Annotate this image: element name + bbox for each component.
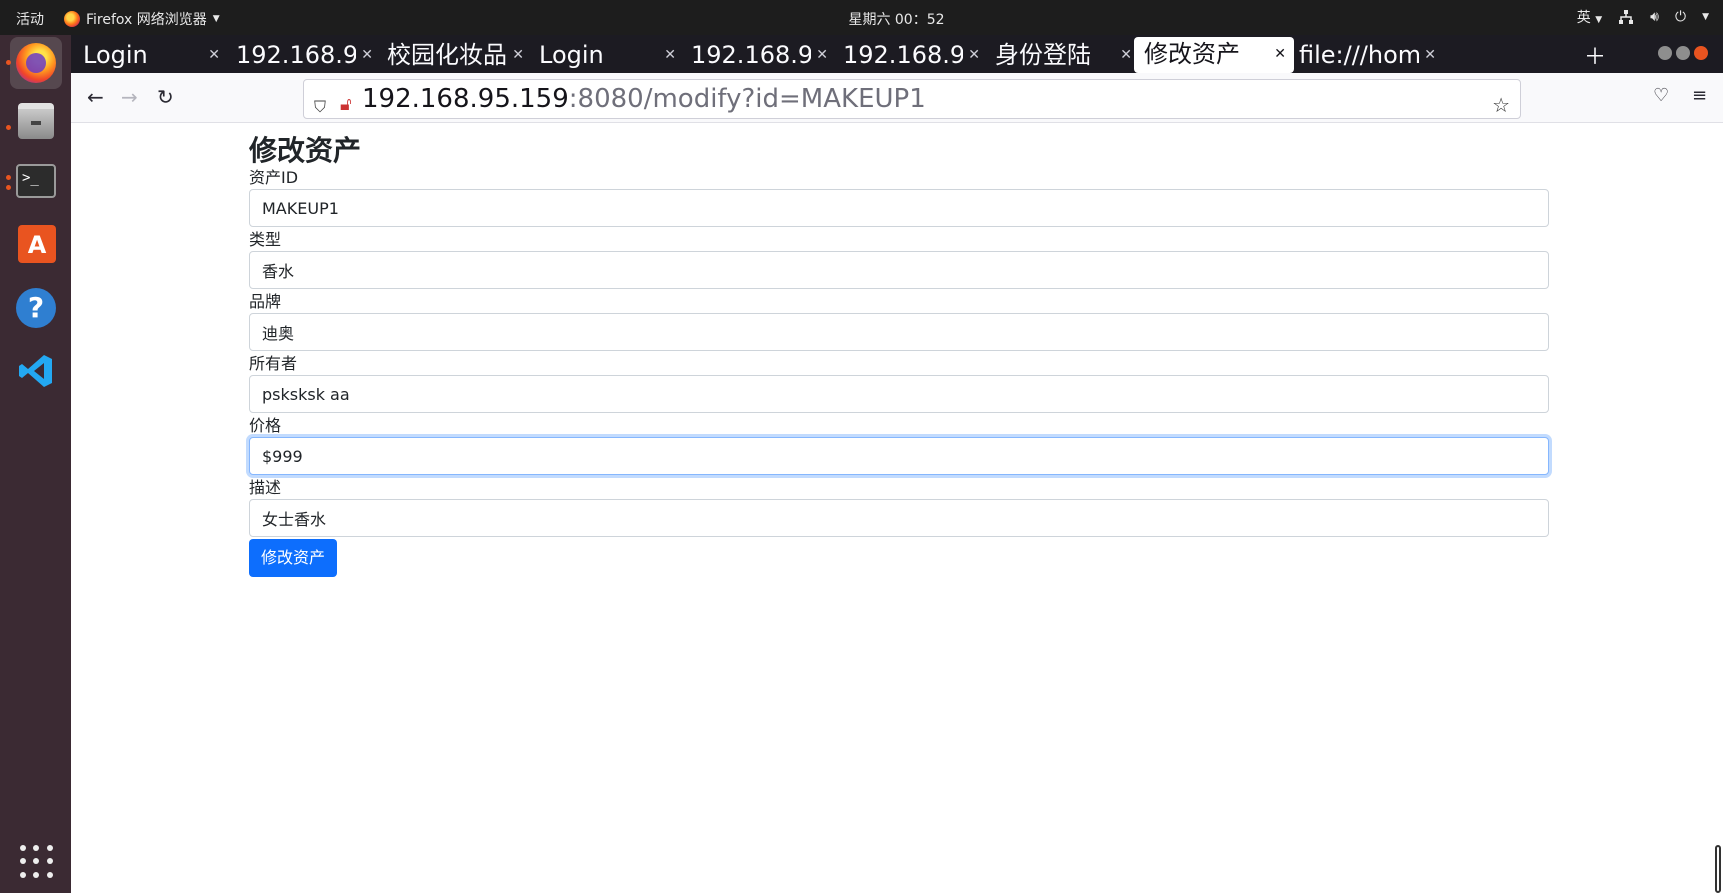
close-icon[interactable]: ✕ xyxy=(968,47,980,63)
back-arrow-icon[interactable]: ← xyxy=(87,85,104,109)
navigation-toolbar: ← → ↻ ⛉ 🔓︎ 192.168.95.159:8080/modify?id… xyxy=(71,73,1723,123)
price-label: 价格 xyxy=(249,416,282,435)
field-brand: 品牌 xyxy=(249,291,1549,353)
tab-label: Login xyxy=(83,41,148,69)
tab-identity-login[interactable]: 身份登陆 ✕ xyxy=(985,38,1140,74)
close-icon[interactable]: ✕ xyxy=(361,47,373,63)
close-icon[interactable]: ✕ xyxy=(1120,47,1132,63)
terminal-icon: >_ xyxy=(16,164,56,198)
power-icon[interactable]: ⏻ xyxy=(1675,9,1686,25)
clock[interactable]: 星期六 00：52 xyxy=(0,9,1723,29)
firefox-window: Login ✕ 192.168.95.159 ✕ 校园化妆品 ✕ Login ✕… xyxy=(71,35,1723,893)
vscode-icon xyxy=(19,355,52,387)
software-store-icon: A xyxy=(18,225,56,263)
running-indicator xyxy=(6,175,11,180)
close-icon[interactable]: ✕ xyxy=(816,47,828,63)
tab-label: 192.168.95.159 xyxy=(691,41,811,69)
brand-label: 品牌 xyxy=(249,292,282,311)
close-icon[interactable]: ✕ xyxy=(1274,46,1286,62)
tab-label: 192.168.95.159 xyxy=(236,41,356,69)
page-content: 修改资产 资产ID 类型 品牌 所有者 价格 描 xyxy=(71,123,1723,893)
tab-ip-1[interactable]: 192.168.95.159 ✕ xyxy=(226,38,381,74)
help-icon: ? xyxy=(16,288,56,328)
new-tab-button[interactable]: ＋ xyxy=(1584,39,1606,71)
reload-icon[interactable]: ↻ xyxy=(157,85,174,109)
type-label: 类型 xyxy=(249,230,282,249)
chevron-down-icon: ▼ xyxy=(1702,12,1709,22)
minimize-button[interactable] xyxy=(1658,46,1672,60)
tab-login-1[interactable]: Login ✕ xyxy=(73,38,228,74)
field-type: 类型 xyxy=(249,229,1549,291)
menu-icon[interactable]: ≡ xyxy=(1692,85,1707,106)
modify-asset-form: 修改资产 资产ID 类型 品牌 所有者 价格 描 xyxy=(249,123,1549,577)
address-bar[interactable]: ⛉ 🔓︎ 192.168.95.159:8080/modify?id=MAKEU… xyxy=(303,79,1521,119)
insecure-lock-icon[interactable]: 🔓︎ xyxy=(340,86,352,124)
tab-ip-3[interactable]: 192.168.95.159 ✕ xyxy=(833,38,988,74)
asset-id-label: 资产ID xyxy=(249,168,299,187)
field-price: 价格 xyxy=(249,415,1549,477)
url-path: :8080/modify?id=MAKEUP1 xyxy=(568,84,926,114)
scrollbar[interactable] xyxy=(1715,845,1721,893)
field-owner: 所有者 xyxy=(249,353,1549,415)
tab-label: Login xyxy=(539,41,604,69)
close-icon[interactable]: ✕ xyxy=(1424,47,1436,63)
owner-input[interactable] xyxy=(249,375,1549,413)
system-tray[interactable]: 英 ▼ 🔊︎ ⏻ ▼ xyxy=(1577,7,1709,27)
bookmark-star-icon[interactable]: ☆ xyxy=(1492,86,1510,124)
close-icon[interactable]: ✕ xyxy=(664,47,676,63)
tab-login-2[interactable]: Login ✕ xyxy=(529,38,684,74)
brand-input[interactable] xyxy=(249,313,1549,351)
running-indicator xyxy=(6,60,11,65)
field-description: 描述 xyxy=(249,477,1549,538)
files-icon xyxy=(18,103,54,139)
chevron-down-icon: ▼ xyxy=(1595,15,1603,25)
close-icon[interactable]: ✕ xyxy=(208,47,220,63)
tab-modify-asset[interactable]: 修改资产 ✕ xyxy=(1134,37,1294,73)
running-indicator xyxy=(6,125,11,130)
type-input[interactable] xyxy=(249,251,1549,289)
show-applications-button[interactable] xyxy=(20,845,54,879)
tab-label: file:///home xyxy=(1299,41,1419,69)
dock-firefox[interactable] xyxy=(10,37,62,89)
network-icon[interactable] xyxy=(1618,9,1634,25)
dock-files[interactable] xyxy=(10,95,62,147)
maximize-button[interactable] xyxy=(1676,46,1690,60)
close-icon[interactable]: ✕ xyxy=(512,47,524,63)
system-top-bar: 活动 Firefox 网络浏览器 ▼ 星期六 00：52 英 ▼ 🔊︎ ⏻ ▼ xyxy=(0,0,1723,35)
dock-terminal[interactable]: >_ xyxy=(10,156,62,208)
modify-asset-button[interactable]: 修改资产 xyxy=(249,539,338,577)
input-method-label: 英 xyxy=(1576,10,1591,26)
dock: >_ A ? xyxy=(0,35,71,893)
tab-label: 身份登陆 xyxy=(995,41,1091,69)
url-host: 192.168.95.159 xyxy=(362,84,569,114)
dock-help[interactable]: ? xyxy=(10,282,62,334)
description-input[interactable] xyxy=(249,499,1549,537)
forward-arrow-icon[interactable]: → xyxy=(121,85,138,109)
running-indicator xyxy=(6,185,11,190)
tab-label: 校园化妆品 xyxy=(387,41,507,69)
tab-ip-2[interactable]: 192.168.95.159 ✕ xyxy=(681,38,836,74)
input-method-indicator[interactable]: 英 ▼ xyxy=(1577,7,1602,27)
pocket-icon[interactable]: ♡ xyxy=(1653,85,1669,106)
asset-id-input[interactable] xyxy=(249,189,1549,227)
tab-label: 192.168.95.159 xyxy=(843,41,963,69)
tab-label: 修改资产 xyxy=(1144,40,1240,68)
tab-bar: Login ✕ 192.168.95.159 ✕ 校园化妆品 ✕ Login ✕… xyxy=(71,35,1723,73)
close-window-button[interactable] xyxy=(1694,46,1708,60)
shield-icon[interactable]: ⛉ xyxy=(314,88,326,126)
dock-software[interactable]: A xyxy=(10,219,62,271)
dock-vscode[interactable] xyxy=(10,345,62,397)
price-input[interactable] xyxy=(249,437,1549,475)
tab-campus-cosmetics[interactable]: 校园化妆品 ✕ xyxy=(377,38,532,74)
firefox-icon xyxy=(16,43,56,83)
tab-file-home[interactable]: file:///home ✕ xyxy=(1289,38,1444,74)
page-title: 修改资产 xyxy=(249,134,362,167)
owner-label: 所有者 xyxy=(249,354,298,373)
field-asset-id: 资产ID xyxy=(249,167,1549,229)
volume-icon[interactable]: 🔊︎ xyxy=(1650,9,1659,25)
description-label: 描述 xyxy=(249,478,282,497)
